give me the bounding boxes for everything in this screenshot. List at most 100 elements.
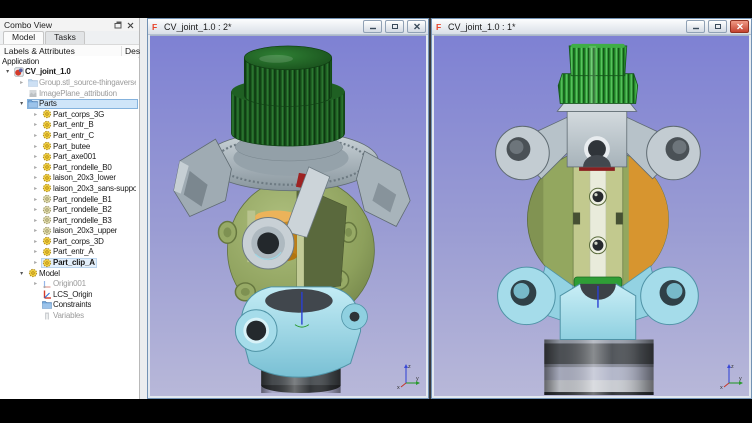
tree-item-label: Part_rondelle_B2 [53, 205, 112, 214]
tree-item[interactable]: ▸laison_20x3_upper [0, 226, 138, 237]
chevron-right-icon[interactable]: ▸ [16, 79, 27, 86]
chevron-right-icon[interactable]: ▸ [30, 227, 41, 234]
chevron-down-icon[interactable]: ▾ [2, 68, 13, 75]
tree-item-content: laison_20x3_upper [41, 226, 119, 236]
lcs-icon [41, 289, 53, 299]
part-yellow-icon [41, 130, 53, 140]
chevron-right-icon[interactable]: ▸ [30, 143, 41, 150]
tab-tasks[interactable]: Tasks [45, 31, 85, 44]
tree-item-content: Part_rondelle_B1 [41, 194, 114, 204]
chevron-right-icon[interactable]: ▸ [30, 164, 41, 171]
tree-item[interactable]: ▸Part_clip_A [0, 257, 138, 268]
chevron-right-icon[interactable]: ▸ [30, 248, 41, 255]
axis-indicator: z y x [720, 360, 746, 390]
tree-item-content: Parts [27, 99, 138, 109]
tree-item-label: Parts [39, 99, 57, 108]
tree-item[interactable]: ▾Model [0, 268, 138, 279]
column-labels-attributes[interactable]: Labels & Attributes [4, 46, 121, 56]
chevron-right-icon[interactable]: ▸ [30, 121, 41, 128]
chevron-right-icon[interactable]: ▸ [30, 217, 41, 224]
minimize-button[interactable] [363, 20, 382, 33]
chevron-right-icon[interactable]: ▸ [30, 153, 41, 160]
part-yellow-icon [41, 141, 53, 151]
part-green-knob[interactable] [231, 46, 344, 161]
chevron-down-icon[interactable]: ▾ [16, 100, 27, 107]
tree-item[interactable]: ▸Part_butee [0, 141, 138, 152]
column-description[interactable]: Des [121, 46, 139, 56]
chevron-right-icon[interactable]: ▸ [30, 238, 41, 245]
folder-icon [27, 77, 39, 87]
tree-item[interactable]: ▸ Part_corps_3D [0, 236, 138, 247]
tree-item-content: Part_rondelle_B3 [41, 215, 114, 225]
part-gray-yoke[interactable] [496, 101, 701, 179]
tree-item[interactable]: ImagePlane_attribution [0, 88, 138, 99]
tree-item-content: Part_axe001 [41, 152, 98, 162]
part-base-cylinder[interactable] [544, 339, 653, 395]
tree-item-label: Part_axe001 [53, 152, 96, 161]
cad-model-iso[interactable] [150, 36, 426, 396]
tree-item-content: Part_rondelle_B0 [41, 162, 114, 172]
tree-item-content: Group.stl_source-thingaverse [27, 77, 138, 87]
chevron-right-icon[interactable]: ▸ [30, 259, 41, 266]
chevron-right-icon[interactable]: ▸ [30, 185, 41, 192]
minimize-button[interactable] [686, 20, 705, 33]
restore-button[interactable] [385, 20, 404, 33]
close-button[interactable] [407, 20, 426, 33]
restore-button[interactable] [708, 20, 727, 33]
tree-item-label: Part_entr_C [53, 131, 94, 140]
chevron-right-icon[interactable]: ▸ [30, 132, 41, 139]
tree-item[interactable]: ▸laison_20x3_sans-support [0, 183, 138, 194]
close-panel-icon[interactable] [125, 21, 136, 30]
chevron-right-icon[interactable]: ▸ [30, 206, 41, 213]
tree-item[interactable]: ▸laison_20x3_lower [0, 173, 138, 184]
tree-item[interactable]: ▸Part_entr_A [0, 247, 138, 258]
cad-model-front[interactable] [434, 36, 749, 396]
viewport1-titlebar[interactable]: F CV_joint_1.0 : 1* [432, 19, 751, 35]
tree-item-content: CV_joint_1.0 [13, 67, 73, 77]
tree-item[interactable]: Constraints [0, 300, 138, 311]
part-pale-icon [41, 194, 53, 204]
tree-item[interactable]: Variables [0, 310, 138, 321]
panel-title: Combo View [4, 20, 110, 30]
tree-item-label: Part_corps_3D [53, 237, 104, 246]
axis-y-label: y [416, 376, 419, 382]
chevron-down-icon[interactable]: ▾ [16, 270, 27, 277]
panel-titlebar[interactable]: Combo View [0, 18, 139, 31]
tree-item[interactable]: LCS_Origin [0, 289, 138, 300]
viewport-window-1: F CV_joint_1.0 : 1* [431, 18, 752, 399]
tree-item[interactable]: ▸ Part_axe001 [0, 151, 138, 162]
panel-splitter[interactable] [140, 18, 147, 399]
chevron-right-icon[interactable]: ▸ [30, 280, 41, 287]
part-cyan-yoke[interactable] [235, 287, 367, 377]
tree-item-label: Part_rondelle_B3 [53, 216, 112, 225]
part-green-knob[interactable] [558, 44, 637, 104]
float-panel-icon[interactable] [112, 21, 123, 30]
tree-item[interactable]: ▸Part_rondelle_B0 [0, 162, 138, 173]
chevron-right-icon[interactable]: ▸ [30, 174, 41, 181]
tree-item[interactable]: ▸Part_corps_3G [0, 109, 138, 120]
tree-item[interactable]: Application [0, 56, 138, 67]
part-pale-icon [41, 205, 53, 215]
tree-item[interactable]: ▸ Part_rondelle_B3 [0, 215, 138, 226]
tree-item-content: Part_corps_3D [41, 236, 106, 246]
part-yellow-icon [41, 152, 53, 162]
chevron-right-icon[interactable]: ▸ [30, 111, 41, 118]
tree-item[interactable]: ▸Part_entr_B [0, 120, 138, 131]
tree-item[interactable]: ▾CV_joint_1.0 [0, 67, 138, 78]
tree-item[interactable]: ▸ Part_entr_C [0, 130, 138, 141]
viewport2-titlebar[interactable]: F CV_joint_1.0 : 2* [148, 19, 428, 35]
tree-item[interactable]: ▸Group.stl_source-thingaverse [0, 77, 138, 88]
viewport1-title: CV_joint_1.0 : 1* [448, 22, 683, 32]
3d-view-front[interactable]: z y x [434, 35, 749, 396]
chevron-right-icon[interactable]: ▸ [30, 196, 41, 203]
tree-item[interactable]: ▾ Parts [0, 98, 138, 109]
tree-item-label: Application [2, 57, 39, 66]
tree-item[interactable]: ▸Part_rondelle_B1 [0, 194, 138, 205]
tab-model[interactable]: Model [3, 31, 44, 44]
tree-item[interactable]: ▸Origin001 [0, 278, 138, 289]
close-button[interactable] [730, 20, 749, 33]
viewport2-title: CV_joint_1.0 : 2* [164, 22, 360, 32]
tree-item-content: Model [27, 268, 62, 278]
tree-item[interactable]: ▸ Part_rondelle_B2 [0, 204, 138, 215]
3d-view-iso[interactable]: z y x [150, 35, 426, 396]
